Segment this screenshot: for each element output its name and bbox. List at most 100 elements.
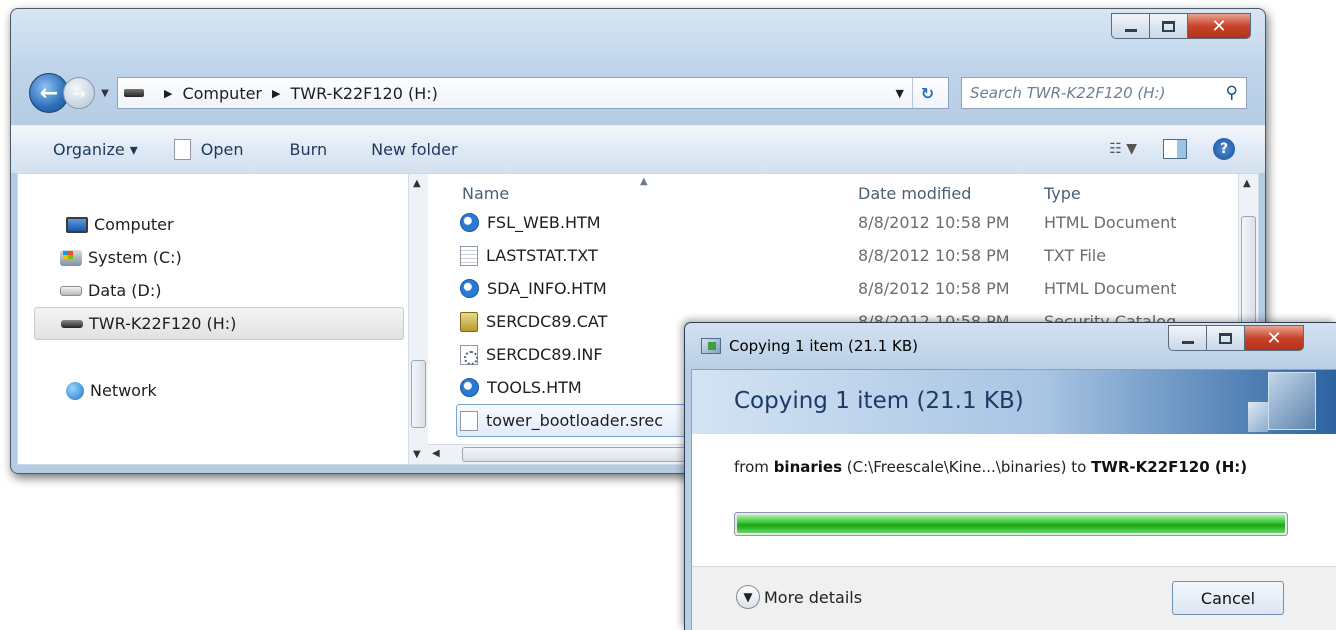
close-button[interactable]: ✕ xyxy=(1187,13,1251,39)
from-prefix: from xyxy=(734,458,774,476)
removable-drive-icon xyxy=(124,89,144,97)
file-name: tower_bootloader.srec xyxy=(486,411,664,430)
copy-source-destination: from binaries (C:\Freescale\Kine...\bina… xyxy=(734,458,1247,476)
maximize-icon xyxy=(1162,20,1175,32)
breadcrumb-separator-icon[interactable]: ▶ xyxy=(164,87,172,100)
address-bar[interactable]: ▶ Computer ▶ TWR-K22F120 (H:) ▼ ↻ xyxy=(117,77,949,109)
search-box[interactable]: Search TWR-K22F120 (H:) ⚲ xyxy=(961,77,1247,109)
dialog-caption-buttons: ✕ xyxy=(1168,325,1304,351)
nav-item-label: System (C:) xyxy=(88,248,182,267)
banner-decoration xyxy=(1268,372,1316,430)
document-icon xyxy=(173,139,191,160)
scroll-up-arrow-icon[interactable]: ▲ xyxy=(413,178,421,189)
preview-pane-icon[interactable] xyxy=(1163,139,1187,159)
dialog-banner: Copying 1 item (21.1 KB) xyxy=(692,370,1336,434)
sort-ascending-icon: ▲ xyxy=(640,176,648,187)
file-type: TXT File xyxy=(1044,246,1107,265)
copy-icon xyxy=(701,338,721,354)
minimize-icon xyxy=(1124,28,1137,32)
removable-drive-icon xyxy=(61,319,83,328)
new-folder-label: New folder xyxy=(371,140,458,159)
dialog-title-text: Copying 1 item (21.1 KB) xyxy=(729,337,918,355)
file-type: HTML Document xyxy=(1044,213,1177,232)
close-icon: ✕ xyxy=(1211,15,1227,37)
back-arrow-icon: ← xyxy=(39,80,59,106)
refresh-icon: ↻ xyxy=(920,83,935,103)
scrollbar-thumb[interactable] xyxy=(462,447,702,462)
nav-item-system-drive[interactable]: System (C:) xyxy=(34,241,404,274)
file-row[interactable]: SDA_INFO.HTM 8/8/2012 10:58 PM HTML Docu… xyxy=(428,272,1228,305)
data-drive-icon xyxy=(60,285,82,296)
html-file-icon xyxy=(460,279,479,298)
navigation-bar: ← → ▼ ▶ Computer ▶ TWR-K22F120 (H:) ▼ ↻ … xyxy=(29,73,1247,113)
file-row-selected[interactable]: tower_bootloader.srec xyxy=(456,404,694,437)
more-details-label: More details xyxy=(764,587,863,607)
generic-file-icon xyxy=(460,410,478,431)
column-header-name[interactable]: Name xyxy=(462,184,509,203)
copy-progress-dialog: Copying 1 item (21.1 KB) ✕ Copying 1 ite… xyxy=(684,322,1336,630)
column-header-date[interactable]: Date modified xyxy=(858,184,971,203)
destination-folder[interactable]: TWR-K22F120 (H:) xyxy=(1091,458,1247,476)
inf-file-icon xyxy=(460,344,478,365)
command-bar: Organize ▾ Open Burn New folder ☷ ▼ ? xyxy=(11,125,1265,173)
nav-item-label: Network xyxy=(90,381,157,400)
forward-button[interactable]: → xyxy=(63,77,95,109)
close-button[interactable]: ✕ xyxy=(1244,325,1304,351)
more-details-toggle[interactable]: ▼ More details xyxy=(736,585,862,609)
file-name: LASTSTAT.TXT xyxy=(486,246,598,265)
network-icon xyxy=(66,381,84,400)
file-name: TOOLS.HTM xyxy=(487,378,582,397)
address-dropdown-icon[interactable]: ▼ xyxy=(896,87,904,100)
file-date: 8/8/2012 10:58 PM xyxy=(858,246,1010,265)
source-folder[interactable]: binaries xyxy=(774,458,842,476)
breadcrumb-drive[interactable]: TWR-K22F120 (H:) xyxy=(290,84,437,103)
scroll-up-arrow-icon[interactable]: ▲ xyxy=(1243,178,1251,189)
nav-item-data-drive[interactable]: Data (D:) xyxy=(34,274,404,307)
minimize-icon xyxy=(1181,340,1194,344)
cancel-button[interactable]: Cancel xyxy=(1172,581,1284,615)
breadcrumb-separator-icon[interactable]: ▶ xyxy=(272,87,280,100)
column-header-type[interactable]: Type xyxy=(1044,184,1081,203)
minimize-button[interactable] xyxy=(1111,13,1149,39)
nav-item-label: Data (D:) xyxy=(88,281,162,300)
change-view-icon[interactable]: ☷ ▼ xyxy=(1109,141,1137,157)
maximize-icon xyxy=(1219,332,1232,344)
dialog-footer: ▼ More details Cancel xyxy=(692,566,1336,630)
maximize-button[interactable] xyxy=(1149,13,1187,39)
file-name: SERCDC89.CAT xyxy=(486,312,608,331)
burn-label: Burn xyxy=(289,140,328,159)
text-file-icon xyxy=(460,245,478,266)
nav-item-label: Computer xyxy=(94,215,174,234)
copy-progress-bar xyxy=(734,512,1288,536)
navigation-pane: Computer System (C:) Data (D:) TWR-K22F1… xyxy=(18,174,408,464)
nav-item-removable-drive[interactable]: TWR-K22F120 (H:) xyxy=(34,307,404,340)
nav-item-computer[interactable]: Computer xyxy=(34,208,404,241)
refresh-button[interactable]: ↻ xyxy=(912,78,942,108)
organize-button[interactable]: Organize ▾ xyxy=(39,140,152,159)
nav-item-network[interactable]: Network xyxy=(34,374,404,407)
burn-button[interactable]: Burn xyxy=(276,140,342,159)
breadcrumb-computer[interactable]: Computer xyxy=(182,84,262,103)
navigation-scrollbar[interactable]: ▲ ▼ xyxy=(408,174,428,464)
open-button[interactable]: Open xyxy=(160,139,258,160)
file-date: 8/8/2012 10:58 PM xyxy=(858,279,1010,298)
file-name: SDA_INFO.HTM xyxy=(487,279,607,298)
chevron-down-icon: ▼ xyxy=(736,585,760,609)
scroll-left-arrow-icon[interactable]: ◀ xyxy=(432,448,440,459)
file-row[interactable]: LASTSTAT.TXT 8/8/2012 10:58 PM TXT File xyxy=(428,239,1228,272)
maximize-button[interactable] xyxy=(1206,325,1244,351)
recent-pages-dropdown[interactable]: ▼ xyxy=(97,88,113,99)
search-input[interactable]: Search TWR-K22F120 (H:) xyxy=(970,84,1226,102)
search-icon[interactable]: ⚲ xyxy=(1226,83,1238,103)
scroll-down-arrow-icon[interactable]: ▼ xyxy=(413,449,421,460)
help-icon[interactable]: ? xyxy=(1213,138,1235,160)
nav-item-label: TWR-K22F120 (H:) xyxy=(89,314,237,333)
catalog-file-icon xyxy=(460,311,478,332)
minimize-button[interactable] xyxy=(1168,325,1206,351)
window-caption-buttons: ✕ xyxy=(1111,13,1251,39)
new-folder-button[interactable]: New folder xyxy=(357,140,471,159)
scrollbar-thumb[interactable] xyxy=(411,360,426,428)
file-row[interactable]: FSL_WEB.HTM 8/8/2012 10:58 PM HTML Docum… xyxy=(428,206,1228,239)
banner-decoration xyxy=(1248,402,1268,432)
file-name: FSL_WEB.HTM xyxy=(487,213,601,232)
